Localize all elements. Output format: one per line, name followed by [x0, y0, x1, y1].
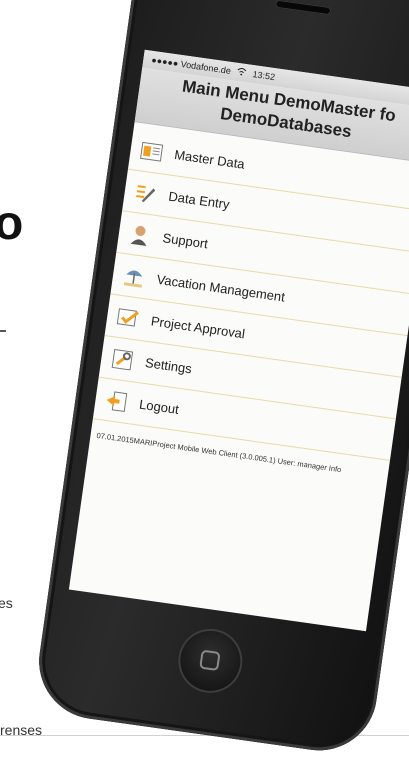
settings-icon [110, 347, 135, 372]
menu-item-label: Project Approval [150, 313, 246, 342]
phone-screen: ●●●●● Vodafone.de 13:52 ✱ Main Menu Demo… [68, 49, 409, 632]
menu-item-label: Vacation Management [155, 271, 286, 305]
menu-item-label: Data Entry [167, 188, 231, 213]
support-icon [128, 222, 153, 247]
menu-item-label: Settings [144, 354, 193, 377]
background-dash [0, 330, 6, 332]
menu-item-label: Master Data [173, 147, 246, 172]
background-heading-fragment: o [0, 197, 25, 250]
background-text-fragment-1: es [0, 595, 13, 611]
time-label: 13:52 [251, 69, 276, 83]
main-menu: Master Data Data Entry Support Vacation … [92, 122, 409, 461]
logout-icon [104, 388, 129, 413]
vacation-icon [122, 264, 147, 289]
home-square-icon [199, 649, 221, 672]
wifi-icon [236, 67, 247, 78]
menu-item-label: Logout [138, 396, 180, 417]
data-entry-icon [133, 180, 158, 205]
menu-item-label: Support [161, 230, 209, 252]
home-button[interactable] [174, 624, 247, 698]
project-approval-icon [116, 305, 141, 330]
speaker-grille [274, 0, 332, 16]
master-data-icon [139, 139, 164, 164]
phone-device: ●●●●● Vodafone.de 13:52 ✱ Main Menu Demo… [31, 0, 409, 758]
